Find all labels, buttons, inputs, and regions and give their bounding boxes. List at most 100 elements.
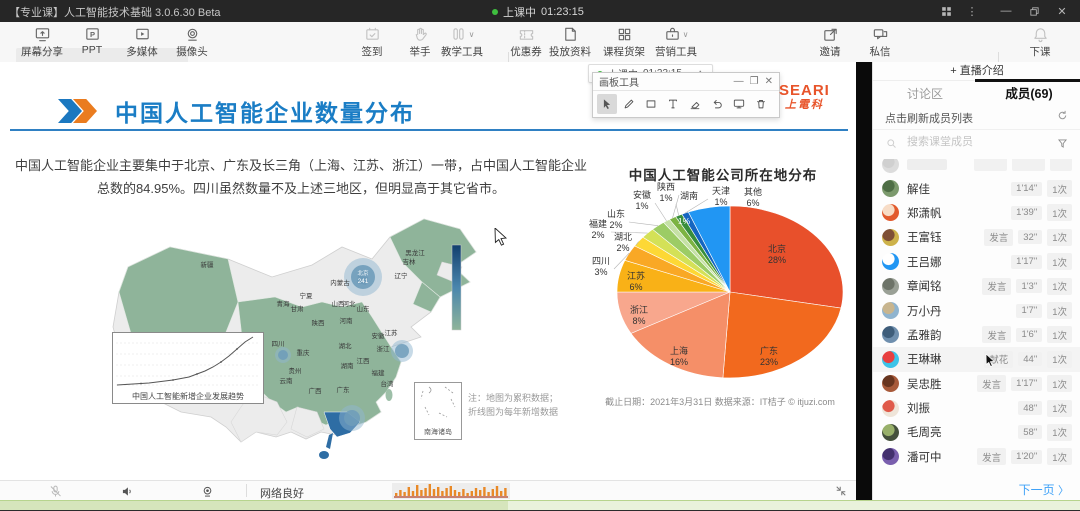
toolbar-button-private-message[interactable]: 私信 xyxy=(852,25,908,59)
pen-icon[interactable] xyxy=(619,94,639,114)
toolbar-button-materials[interactable]: 投放资料 xyxy=(542,25,598,59)
time-badge[interactable]: 58" xyxy=(1018,425,1042,439)
tab-discussion[interactable]: 讨论区 xyxy=(873,83,977,105)
mic-muted-icon[interactable] xyxy=(46,483,64,499)
collapse-icon[interactable] xyxy=(832,483,850,499)
speaker-icon[interactable] xyxy=(118,483,136,499)
toolbar-button-marketing-tools[interactable]: ∨营销工具 xyxy=(648,25,704,59)
count-badge[interactable]: 1次 xyxy=(1047,400,1072,417)
eraser-icon[interactable] xyxy=(685,94,705,114)
minimize-button[interactable]: — xyxy=(994,0,1018,22)
count-badge[interactable]: 1次 xyxy=(1047,448,1072,465)
member-row-毛周亮[interactable]: 毛周亮58"1次 xyxy=(873,420,1080,444)
member-row-解佳[interactable]: 解佳1'14"1次 xyxy=(873,176,1080,200)
trash-icon[interactable] xyxy=(751,94,771,114)
time-badge[interactable]: 1'14" xyxy=(1011,182,1042,196)
member-row-王吕娜[interactable]: 王吕娜1'17"1次 xyxy=(873,250,1080,274)
member-row-吴忠胜[interactable]: 吴忠胜发言1'17"1次 xyxy=(873,372,1080,396)
action-badge[interactable]: 发言 xyxy=(977,448,1006,465)
toolbar-button-multimedia[interactable]: 多媒体 xyxy=(114,25,170,59)
filter-funnel-icon[interactable] xyxy=(1056,137,1069,150)
member-name: 潘可中 xyxy=(907,449,942,465)
pie-pct-福建: 2% xyxy=(591,230,604,240)
time-badge[interactable]: 1'6" xyxy=(1016,328,1042,342)
time-badge[interactable]: 44" xyxy=(1018,352,1042,366)
palette-maximize-icon[interactable]: ❐ xyxy=(750,76,759,87)
time-badge[interactable]: 48" xyxy=(1018,401,1042,415)
next-page-button[interactable]: 下一页 〉 xyxy=(1019,481,1069,498)
time-badge[interactable]: 1'17" xyxy=(1011,377,1042,391)
member-row-万小丹[interactable]: 万小丹1'7"1次 xyxy=(873,298,1080,322)
pie-pct-四川: 3% xyxy=(594,267,607,277)
search-input[interactable] xyxy=(905,135,1039,149)
count-badge[interactable]: 1次 xyxy=(1047,351,1072,368)
select-arrow-icon[interactable] xyxy=(597,94,617,114)
time-badge[interactable]: 1'17" xyxy=(1011,255,1042,269)
action-badge[interactable]: 发言 xyxy=(984,229,1013,246)
time-badge[interactable]: 1'7" xyxy=(1016,304,1042,318)
province-label-甘肃: 甘肃 xyxy=(291,304,305,313)
seari-logo-text: SEARI xyxy=(779,83,830,98)
member-row-潘可中[interactable]: 潘可中 发言 1'20" 1次 xyxy=(873,445,1080,469)
close-button[interactable]: ✕ xyxy=(1050,0,1074,22)
pie-label-福建: 福建 xyxy=(589,218,607,229)
count-badge[interactable]: 1次 xyxy=(1047,278,1072,295)
province-label-湖北: 湖北 xyxy=(339,341,353,350)
action-badge[interactable]: 发言 xyxy=(982,326,1011,343)
webcam-icon[interactable] xyxy=(198,483,216,499)
toolbar-button-screen-share[interactable]: 屏幕分享 xyxy=(14,25,70,59)
board-icon[interactable] xyxy=(729,94,749,114)
member-row-章闻铭[interactable]: 章闻铭发言1'3"1次 xyxy=(873,274,1080,298)
refresh-members-row[interactable]: 点击刷新成员列表 xyxy=(873,106,1080,130)
member-search-row xyxy=(873,132,1080,158)
action-badge[interactable]: 发言 xyxy=(977,375,1006,392)
member-row-王琳琳[interactable]: 王琳琳献花44"1次 xyxy=(873,347,1080,371)
palette-close-icon[interactable]: ✕ xyxy=(765,76,773,87)
action-badge[interactable]: 发言 xyxy=(982,278,1011,295)
rect-icon[interactable] xyxy=(641,94,661,114)
count-badge[interactable]: 1次 xyxy=(1047,253,1072,270)
palette-minimize-icon[interactable]: — xyxy=(734,76,744,87)
undo-icon[interactable] xyxy=(707,94,727,114)
avatar xyxy=(882,302,899,319)
province-label-山东: 山东 xyxy=(357,304,371,313)
toolbar-button-ppt[interactable]: PPPT xyxy=(64,25,120,56)
time-badge[interactable]: 1'3" xyxy=(1016,279,1042,293)
main-toolbar: 屏幕分享PPPT多媒体摄像头签到举手∨教学工具优惠券投放资料课程货架∨营销工具邀… xyxy=(0,22,1080,63)
tab-members[interactable]: 成员(69) xyxy=(977,83,1080,105)
text-icon[interactable] xyxy=(663,94,683,114)
apps-grid-icon[interactable] xyxy=(934,0,958,22)
toolbar-button-course-shelf[interactable]: 课程货架 xyxy=(596,25,652,59)
member-row[interactable] xyxy=(873,159,1080,176)
member-row-孟雅韵[interactable]: 孟雅韵发言1'6"1次 xyxy=(873,323,1080,347)
count-badge[interactable]: 1次 xyxy=(1047,229,1072,246)
province-label-湖南: 湖南 xyxy=(341,361,355,370)
pie-label-广东: 广东 xyxy=(760,345,778,356)
count-badge[interactable]: 1次 xyxy=(1047,204,1072,221)
member-row-刘振[interactable]: 刘振48"1次 xyxy=(873,396,1080,420)
toolbar-button-invite[interactable]: 邀请 xyxy=(802,25,858,59)
count-badge[interactable]: 1次 xyxy=(1047,326,1072,343)
more-menu-icon[interactable]: ⋮ xyxy=(960,0,984,22)
count-badge[interactable]: 1次 xyxy=(1047,180,1072,197)
time-badge[interactable]: 1'20" xyxy=(1011,450,1042,464)
time-badge[interactable]: 32" xyxy=(1018,230,1042,244)
count-badge[interactable]: 1次 xyxy=(1047,424,1072,441)
toolbar-button-teaching-tools[interactable]: ∨教学工具 xyxy=(434,25,490,59)
count-badge[interactable]: 1次 xyxy=(1047,375,1072,392)
toolbar-button-end-class[interactable]: 下课 xyxy=(1012,25,1068,59)
toolbar-button-camera[interactable]: 摄像头 xyxy=(164,25,220,59)
pie-pct-广东: 23% xyxy=(760,357,778,367)
restore-button[interactable] xyxy=(1022,0,1046,22)
member-row-郑潇帆[interactable]: 郑潇帆1'39"1次 xyxy=(873,201,1080,225)
title-underline xyxy=(10,129,848,131)
pie-label-四川: 四川 xyxy=(592,256,610,266)
pie-pct-北京: 28% xyxy=(768,255,786,265)
class-status: 上课中 01:23:15 xyxy=(492,4,584,20)
member-row-王富钰[interactable]: 王富钰发言32"1次 xyxy=(873,225,1080,249)
time-badge[interactable]: 1'39" xyxy=(1011,206,1042,220)
teaching-tools-icon: ∨ xyxy=(450,25,475,44)
province-label-广东: 广东 xyxy=(337,385,351,394)
count-badge[interactable]: 1次 xyxy=(1047,302,1072,319)
refresh-icon[interactable] xyxy=(1056,109,1069,122)
